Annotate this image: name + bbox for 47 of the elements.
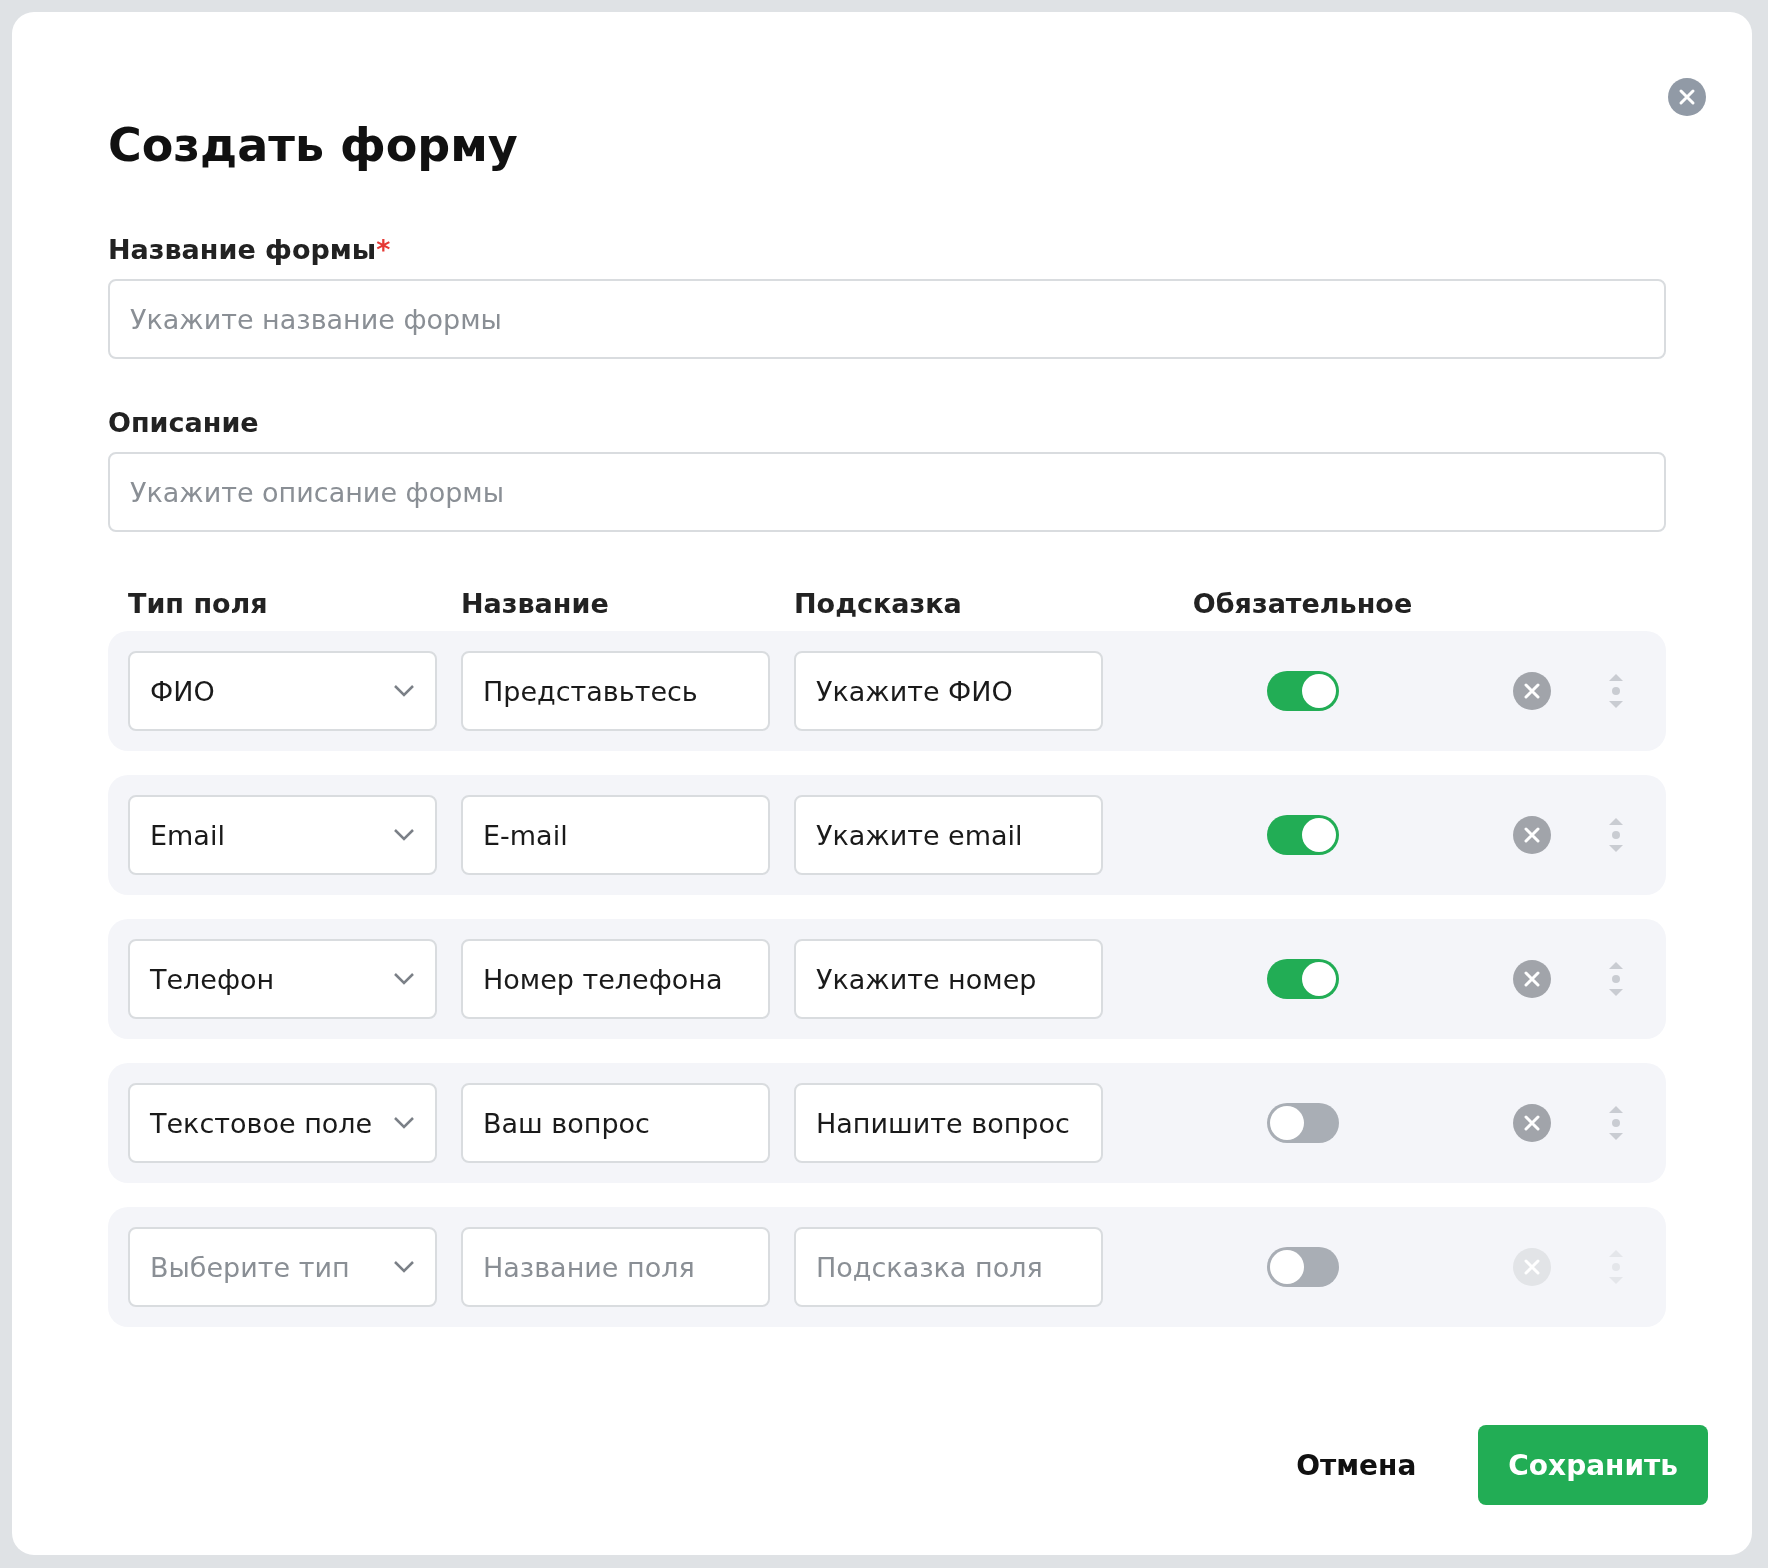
type-select[interactable]: Телефон [128, 939, 437, 1019]
field-label: Описание [108, 407, 259, 438]
chevron-down-icon [393, 684, 415, 698]
type-select[interactable]: ФИО [128, 651, 437, 731]
text-field[interactable]: Укажите номер [794, 939, 1103, 1019]
column-header: Тип поля [128, 588, 269, 619]
description-input[interactable]: Укажите описание формы [108, 452, 1666, 532]
text-field[interactable]: Напишите вопрос [794, 1083, 1103, 1163]
text-field[interactable]: Представьтесь [461, 651, 770, 731]
dialog-title: Создать форму [108, 118, 518, 172]
close-button[interactable] [1668, 78, 1706, 116]
text-field[interactable]: Ваш вопрос [461, 1083, 770, 1163]
column-header: Обязательное [1192, 588, 1413, 619]
text-field[interactable]: Укажите ФИО [794, 651, 1103, 731]
remove-button[interactable] [1513, 1104, 1551, 1142]
text-field[interactable]: Номер телефона [461, 939, 770, 1019]
close-icon [1523, 826, 1541, 844]
close-icon [1523, 970, 1541, 988]
field-label: Название формы [108, 234, 377, 265]
remove-button[interactable] [1513, 672, 1551, 710]
chevron-down-icon [393, 972, 415, 986]
type-select[interactable]: Email [128, 795, 437, 875]
text-field[interactable]: E-mail [461, 795, 770, 875]
required-asterisk: * [376, 234, 391, 265]
close-icon [1523, 1114, 1541, 1132]
required-toggle[interactable] [1266, 671, 1339, 711]
required-toggle[interactable] [1266, 1103, 1339, 1143]
close-icon [1523, 682, 1541, 700]
required-toggle[interactable] [1266, 959, 1339, 999]
drag-handle-icon[interactable] [1607, 816, 1625, 854]
column-header: Подсказка [794, 588, 963, 619]
type-select[interactable]: Текстовое поле [128, 1083, 437, 1163]
chevron-down-icon [393, 1260, 415, 1274]
form-name-input[interactable]: Укажите название формы [108, 279, 1666, 359]
column-header: Название [461, 588, 610, 619]
remove-button[interactable] [1513, 816, 1551, 854]
remove-button[interactable] [1513, 960, 1551, 998]
drag-handle-icon[interactable] [1607, 672, 1625, 710]
chevron-down-icon [393, 828, 415, 842]
drag-handle-icon[interactable] [1607, 960, 1625, 998]
close-icon [1678, 88, 1696, 106]
required-toggle[interactable] [1266, 815, 1339, 855]
text-field[interactable]: Укажите email [794, 795, 1103, 875]
close-icon [1523, 1258, 1541, 1276]
drag-handle-icon[interactable] [1607, 1104, 1625, 1142]
cancel-button[interactable]: Отмена [1286, 1428, 1427, 1502]
chevron-down-icon [393, 1116, 415, 1130]
